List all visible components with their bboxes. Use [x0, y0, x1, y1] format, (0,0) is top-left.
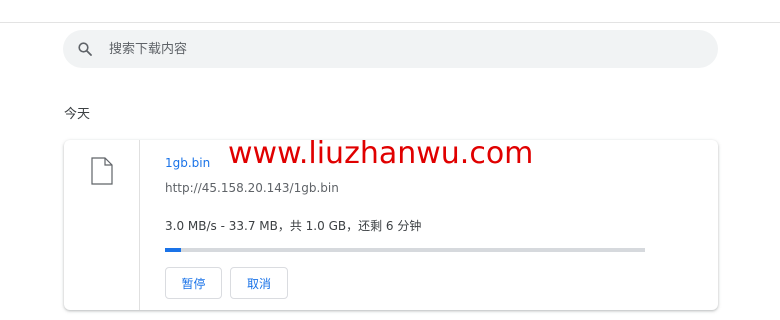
search-bar[interactable] [63, 30, 718, 68]
progress-bar [165, 248, 645, 252]
download-status: 3.0 MB/s - 33.7 MB，共 1.0 GB，还剩 6 分钟 [165, 219, 422, 233]
file-icon-column [64, 140, 140, 310]
pause-button[interactable]: 暂停 [165, 267, 222, 299]
file-icon [91, 157, 113, 185]
search-input[interactable] [107, 40, 671, 58]
file-url: http://45.158.20.143/1gb.bin [165, 181, 339, 195]
date-header: 今天 [64, 107, 91, 122]
cancel-button[interactable]: 取消 [230, 267, 288, 299]
top-bar [0, 0, 780, 23]
download-item-card: 1gb.bin http://45.158.20.143/1gb.bin 3.0… [64, 140, 718, 310]
search-icon [77, 41, 93, 57]
progress-bar-fill [165, 248, 181, 252]
file-name-link[interactable]: 1gb.bin [165, 156, 210, 170]
